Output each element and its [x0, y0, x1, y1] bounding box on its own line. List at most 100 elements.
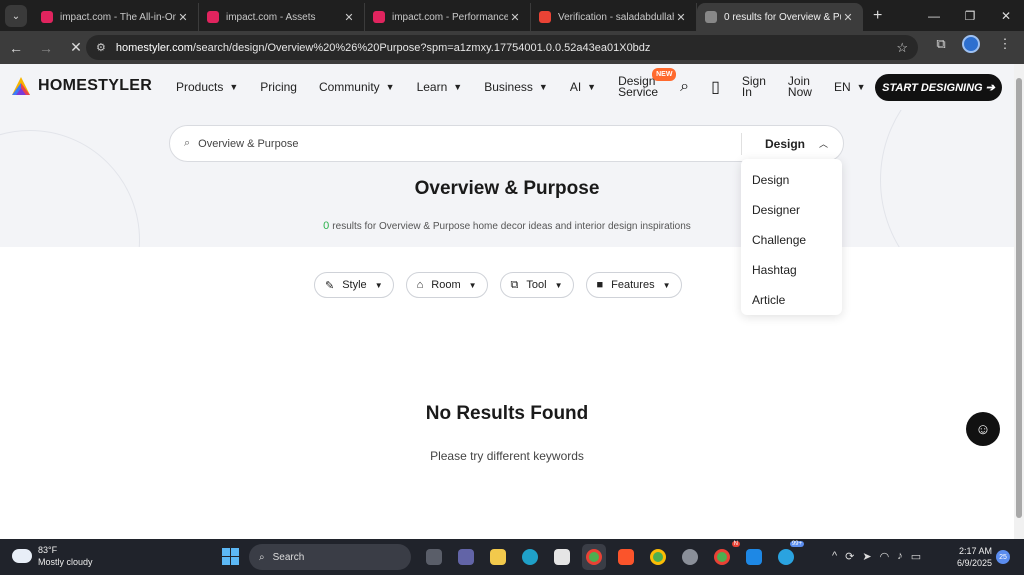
teams-icon[interactable] [454, 544, 478, 570]
main-nav: Products ▼ Pricing Community ▼ Learn ▼ Business… [176, 64, 888, 110]
dropdown-option-design[interactable]: Design [741, 165, 842, 195]
browser-menu-icon[interactable]: ⋮ [994, 36, 1016, 52]
browser-tab[interactable]: impact.com - Assets ✕ [199, 3, 365, 31]
chevron-down-icon: ▼ [587, 82, 597, 92]
chrome-alt-icon[interactable]: N [710, 541, 740, 570]
task-view-icon[interactable] [422, 544, 446, 570]
volume-icon[interactable]: ♪ [897, 550, 903, 563]
tab-title: impact.com - The All-in-One [60, 11, 176, 23]
wifi-icon[interactable]: ◠ [880, 550, 890, 563]
browser-toolbar: ← → ✕ ⚙ homestyler.com/search/design/Ove… [0, 31, 1024, 64]
homestyler-logo[interactable]: HOMESTYLER [10, 75, 152, 97]
filter-features[interactable]: ■ Features ▼ [585, 272, 682, 298]
brave-icon[interactable] [614, 544, 638, 570]
battery-icon[interactable]: ▭ [911, 550, 921, 563]
customer-support-icon[interactable]: ☺ [966, 412, 1000, 446]
sync-icon[interactable]: ⟳ [845, 550, 854, 563]
chevron-down-icon: ▼ [662, 280, 671, 290]
filter-tool[interactable]: ⧉ Tool ▼ [499, 272, 574, 298]
filter-room[interactable]: ⌂ Room ▼ [405, 272, 488, 298]
search-box: ⌕ Design ︿ [169, 125, 844, 162]
join-now-link[interactable]: Join Now [788, 75, 812, 98]
browser-tab[interactable]: impact.com - Performance b ✕ [365, 3, 531, 31]
logo-mark-icon [12, 77, 30, 95]
result-count: 0 results for Overview & Purpose home dec… [323, 220, 691, 232]
brush-icon: ✎ [325, 279, 335, 292]
filter-style[interactable]: ✎ Style ▼ [314, 272, 394, 298]
page-scrollbar[interactable] [1014, 64, 1024, 539]
tab-favicon-icon [373, 11, 385, 23]
tab-close-icon[interactable]: ✕ [176, 11, 190, 24]
windows-start-icon[interactable] [222, 548, 239, 565]
chrome-profile-icon[interactable] [646, 544, 670, 570]
back-icon[interactable]: ← [2, 34, 30, 62]
sign-in-link[interactable]: Sign In [742, 75, 766, 98]
taskbar-search[interactable]: ⌕ Search [249, 544, 411, 570]
tab-favicon-icon [539, 11, 551, 23]
chevron-up-icon[interactable]: ︿ [819, 137, 828, 150]
file-explorer-icon[interactable] [486, 544, 510, 570]
system-clock[interactable]: 2:17 AM 6/9/2025 [950, 545, 992, 569]
search-icon: ⌕ [184, 137, 191, 149]
send-icon[interactable]: ➤ [862, 550, 871, 563]
telegram-icon[interactable]: 99+ [774, 541, 804, 570]
divider [741, 133, 742, 155]
forward-icon[interactable]: → [32, 34, 60, 62]
tab-close-icon[interactable]: ✕ [674, 11, 688, 24]
chrome-icon[interactable] [582, 544, 606, 570]
chevron-down-icon: ▼ [554, 280, 563, 290]
dropdown-option-challenge[interactable]: Challenge [741, 225, 842, 255]
search-type-dropdown: Design Designer Challenge Hashtag Article [741, 159, 842, 315]
search-type-selector[interactable]: Design [765, 137, 805, 151]
vscode-icon[interactable] [742, 544, 766, 570]
dropdown-option-article[interactable]: Article [741, 285, 842, 315]
profile-avatar[interactable] [962, 35, 984, 53]
tab-close-icon[interactable]: ✕ [508, 11, 522, 24]
edge-icon[interactable] [518, 544, 542, 570]
nav-item-ai[interactable]: AI ▼ [570, 80, 596, 94]
bookmark-star-icon[interactable]: ☆ [896, 40, 908, 56]
chevron-up-icon[interactable]: ^ [832, 550, 837, 563]
tab-favicon-icon [207, 11, 219, 23]
extensions-icon[interactable]: ⧉ [930, 36, 952, 52]
store-icon[interactable] [550, 544, 574, 570]
web-page: HOMESTYLER Products ▼ Pricing Community ▼ Lea… [0, 64, 1014, 539]
nav-item-learn[interactable]: Learn ▼ [417, 80, 463, 94]
search-input[interactable] [198, 137, 719, 150]
start-designing-button[interactable]: START DESIGNING ➔ [875, 74, 1002, 101]
tab-search-chevron-icon[interactable]: ⌄ [5, 5, 27, 27]
restore-icon[interactable]: ❐ [952, 0, 988, 31]
browser-tab[interactable]: impact.com - The All-in-One ✕ [33, 3, 199, 31]
new-badge: NEW [652, 68, 677, 81]
tab-close-icon[interactable]: ✕ [342, 11, 356, 24]
close-window-icon[interactable]: ✕ [988, 0, 1024, 31]
notification-badge[interactable]: 25 [996, 550, 1010, 564]
tab-close-icon[interactable]: ✕ [841, 11, 855, 24]
address-bar[interactable]: ⚙ homestyler.com/search/design/Overview%… [86, 35, 918, 60]
dropdown-option-designer[interactable]: Designer [741, 195, 842, 225]
dropdown-option-hashtag[interactable]: Hashtag [741, 255, 842, 285]
nav-item-pricing[interactable]: Pricing [260, 80, 297, 94]
mobile-app-icon[interactable]: ▯ [711, 77, 720, 97]
nav-item-products[interactable]: Products ▼ [176, 80, 238, 94]
browser-tab[interactable]: 0 results for Overview & Pur ✕ [697, 3, 863, 31]
new-tab-button[interactable]: + [873, 7, 882, 25]
chevron-down-icon: ▼ [385, 82, 395, 92]
no-results-message: Please try different keywords [430, 449, 584, 463]
settings-icon[interactable] [678, 544, 702, 570]
chevron-down-icon: ▼ [468, 280, 477, 290]
search-icon[interactable]: ⌕ [680, 78, 689, 96]
nav-item-community[interactable]: Community ▼ [319, 80, 395, 94]
tab-favicon-icon [705, 11, 717, 23]
url-text[interactable]: homestyler.com/search/design/Overview%20… [116, 42, 651, 54]
minimize-icon[interactable]: — [916, 0, 952, 31]
nav-item-business[interactable]: Business ▼ [484, 80, 548, 94]
site-info-icon[interactable]: ⚙ [96, 41, 106, 54]
browser-tab-strip: ⌄ impact.com - The All-in-One ✕ impact.com… [0, 0, 1024, 31]
tab-title: Verification - saladabdullahi [558, 11, 674, 23]
weather-widget[interactable]: 83°F Mostly cloudy [12, 544, 93, 568]
nav-design-service[interactable]: NEW Design Service [618, 68, 677, 98]
language-selector[interactable]: EN ▼ [834, 80, 866, 94]
browser-tab[interactable]: Verification - saladabdullahi ✕ [531, 3, 697, 31]
no-results-title: No Results Found [425, 403, 589, 424]
